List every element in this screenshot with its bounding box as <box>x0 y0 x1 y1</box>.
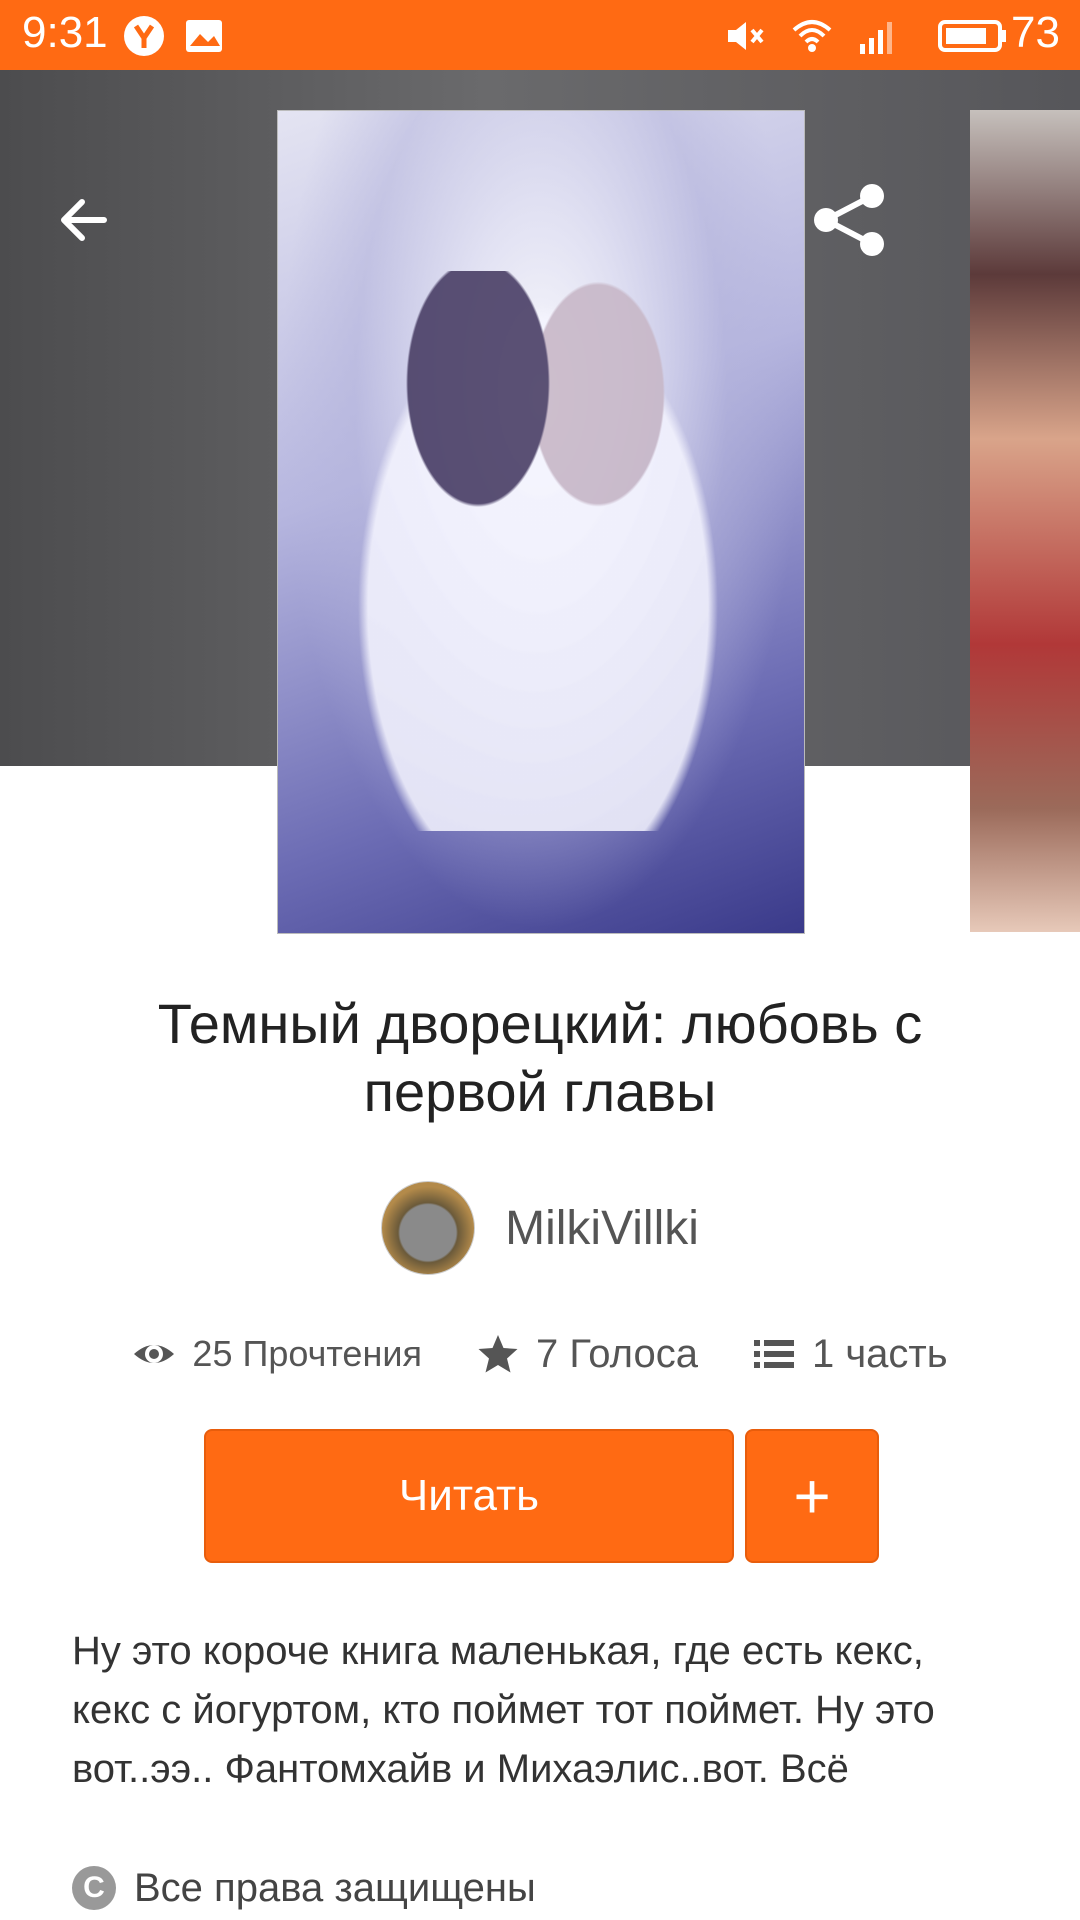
story-description: Ну это короче книга маленькая, где есть … <box>72 1629 935 1791</box>
reads-count: 25 Прочтения <box>192 1333 422 1374</box>
story-title: Темный дворецкий: любовь с первой главы <box>157 992 923 1123</box>
list-icon <box>753 1340 794 1368</box>
stat-votes: 7 Голоса <box>476 1332 698 1377</box>
copyright-icon: C <box>72 1866 116 1910</box>
story-stats: 25 Прочтения 7 Голоса 1 часть <box>0 1326 1080 1382</box>
status-time: 9:31 <box>22 8 108 57</box>
votes-count: 7 Голоса <box>535 1331 698 1376</box>
parts-count: 1 часть <box>811 1331 948 1376</box>
story-cover[interactable] <box>277 110 805 934</box>
image-icon <box>186 20 222 52</box>
stat-reads: 25 Прочтения <box>132 1332 422 1376</box>
avatar[interactable] <box>381 1181 476 1275</box>
arrow-left-icon[interactable] <box>54 190 114 250</box>
wifi-icon <box>792 20 832 52</box>
cover-illustration <box>338 271 738 831</box>
battery-level: 73 <box>1011 8 1060 57</box>
add-to-library-button[interactable]: + <box>745 1429 879 1563</box>
yandex-icon <box>124 16 164 56</box>
author-row[interactable]: MilkiVillki <box>0 1180 1080 1276</box>
copyright-row: C Все права защищены <box>72 1860 536 1916</box>
status-bar: 9:31 73 <box>0 0 1080 70</box>
battery-icon <box>938 20 1006 52</box>
stat-parts: 1 часть <box>752 1332 948 1377</box>
signal-icon <box>860 22 892 54</box>
share-icon[interactable] <box>812 182 888 258</box>
read-button[interactable]: Читать <box>204 1429 734 1563</box>
author-name[interactable]: MilkiVillki <box>505 1201 699 1256</box>
star-icon <box>478 1335 518 1373</box>
next-story-cover[interactable] <box>970 110 1080 932</box>
rights-label: Все права защищены <box>134 1865 536 1910</box>
eye-icon <box>134 1345 175 1363</box>
mute-icon <box>728 22 764 50</box>
